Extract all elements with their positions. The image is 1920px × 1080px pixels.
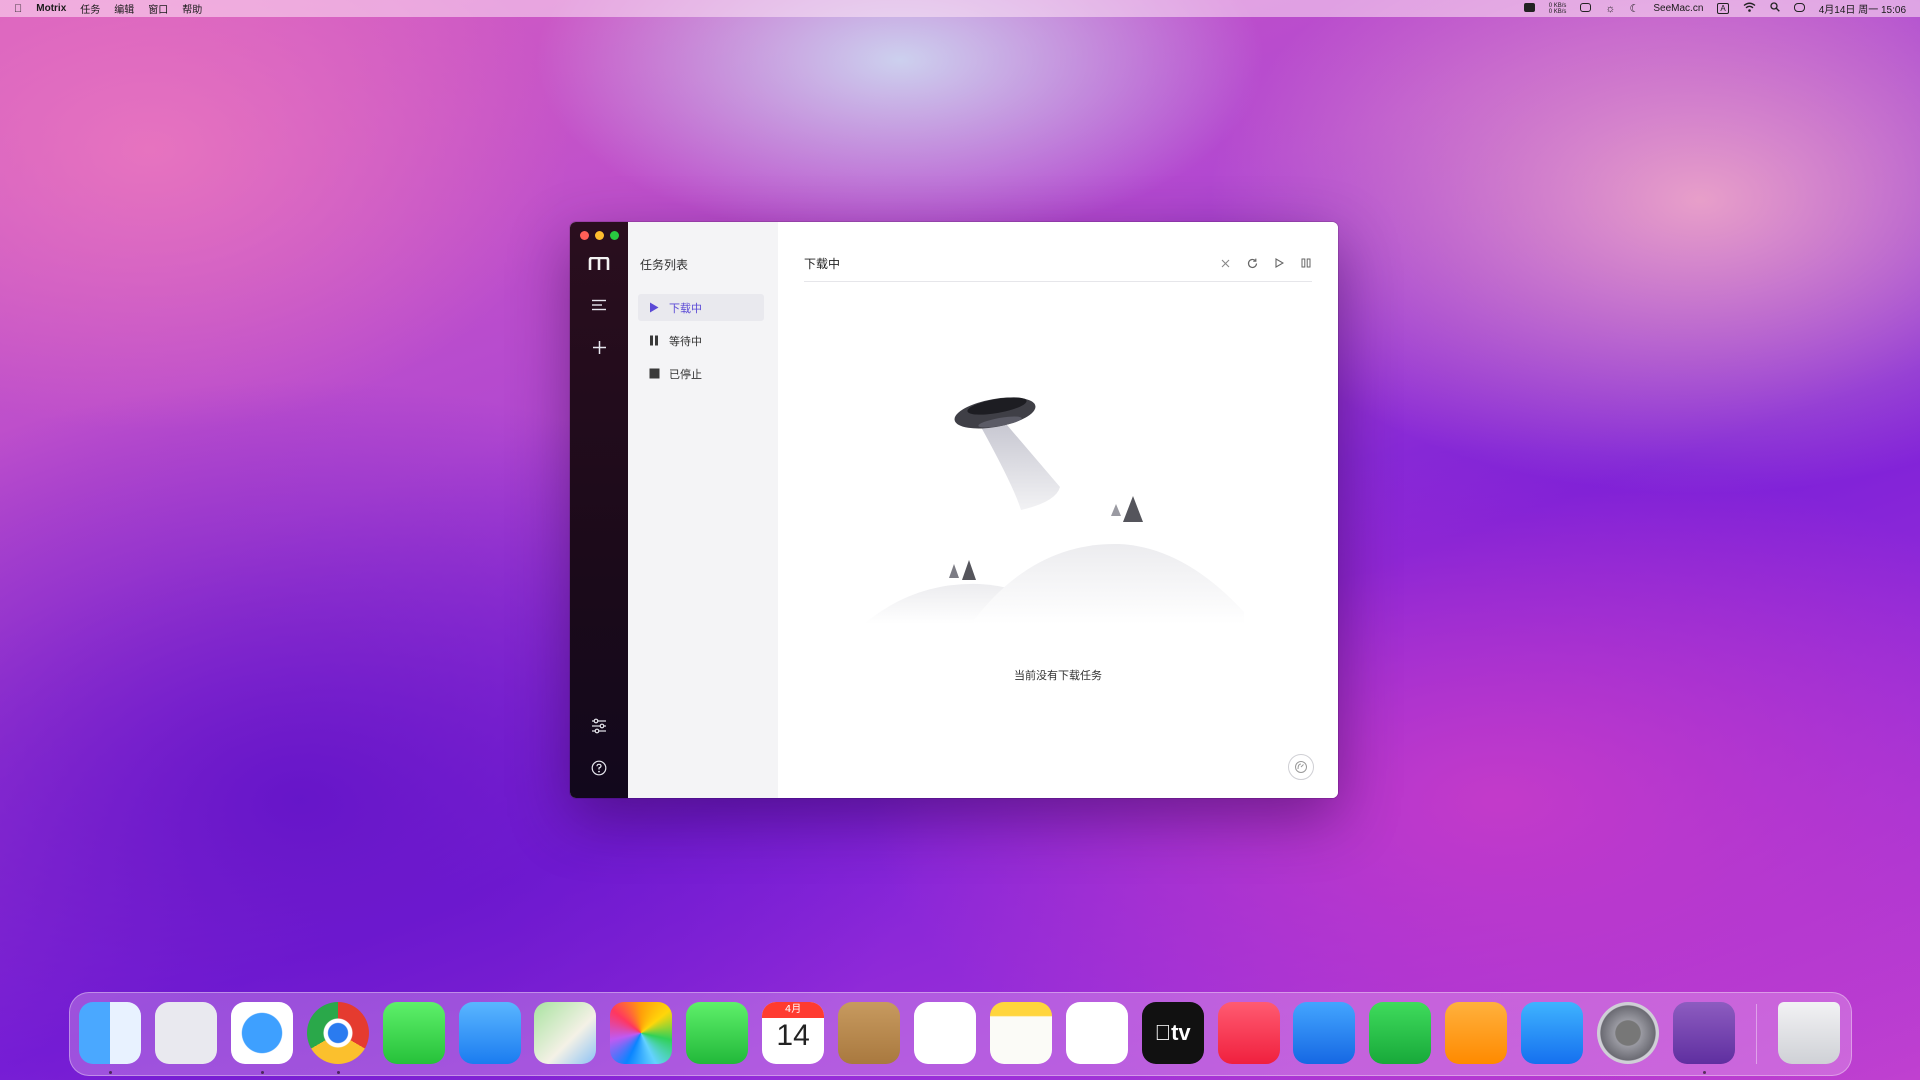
minimize-window-button[interactable] — [595, 231, 604, 240]
tv-label: tv — [1155, 1020, 1191, 1045]
menu-window[interactable]: 窗口 — [148, 1, 168, 16]
dock-app-launchpad[interactable] — [154, 1002, 217, 1064]
preferences-button[interactable] — [570, 711, 628, 741]
task-sidebar: 任务列表 下载中 等待中 已停止 — [628, 222, 778, 798]
dock-app-trash[interactable] — [1778, 1002, 1840, 1064]
running-indicator — [336, 1071, 340, 1074]
datetime[interactable]: 4月14日 周一 15:06 — [1819, 1, 1906, 16]
dock-app-numbers[interactable] — [1369, 1002, 1432, 1064]
close-window-button[interactable] — [580, 231, 589, 240]
menu-task[interactable]: 任务 — [80, 1, 100, 16]
menu-bar:  Motrix 任务 编辑 窗口 帮助 0 KB/s 0 KB/s ☼ ☾ S… — [0, 0, 1920, 17]
wifi-icon[interactable] — [1743, 2, 1756, 15]
sidebar-item-downloading[interactable]: 下载中 — [638, 294, 764, 321]
control-center-icon[interactable] — [1793, 2, 1805, 15]
download-speed: 0 KB/s — [1548, 8, 1567, 15]
input-method-icon[interactable]: A — [1717, 3, 1729, 14]
running-indicator — [1702, 1071, 1706, 1074]
page-title: 下载中 — [804, 257, 841, 271]
ufo-illustration — [864, 392, 1244, 666]
empty-message: 当前没有下载任务 — [1014, 669, 1102, 682]
zoom-window-button[interactable] — [610, 231, 619, 240]
dock-app-pages[interactable] — [1445, 1002, 1508, 1064]
dock-app-messages[interactable] — [382, 1002, 445, 1064]
dock-app-facetime[interactable] — [686, 1002, 749, 1064]
sidebar-item-label: 等待中 — [669, 334, 702, 348]
dock-app-safari[interactable] — [230, 1002, 293, 1064]
left-rail — [570, 222, 628, 798]
dock-app-mail[interactable] — [458, 1002, 521, 1064]
motrix-window: 任务列表 下载中 等待中 已停止 下载中 当前没有下载任务 — [570, 222, 1338, 798]
app-menu[interactable]: Motrix — [36, 3, 66, 14]
network-speed[interactable]: 0 KB/s 0 KB/s — [1549, 3, 1567, 15]
task-list-button[interactable] — [570, 290, 628, 320]
dock-app-contacts[interactable] — [838, 1002, 900, 1064]
window-controls — [580, 231, 625, 240]
dock-app-system-settings[interactable] — [1597, 1002, 1659, 1064]
dock-app-photos[interactable] — [610, 1002, 673, 1064]
apple-menu-icon[interactable]:  — [14, 3, 22, 15]
main-panel: 下载中 当前没有下载任务 — [778, 222, 1338, 798]
add-task-button[interactable] — [570, 332, 628, 362]
dark-mode-icon[interactable]: ☾ — [1629, 2, 1639, 15]
delete-task-icon[interactable] — [1217, 255, 1233, 271]
menu-help[interactable]: 帮助 — [182, 1, 202, 16]
dock-app-app-store[interactable] — [1521, 1002, 1584, 1064]
calendar-day: 14 — [776, 1019, 810, 1052]
sidebar-item-label: 已停止 — [669, 367, 702, 381]
refresh-icon[interactable] — [1244, 255, 1260, 271]
clipboard-icon[interactable] — [1580, 2, 1592, 15]
sidebar-item-waiting[interactable]: 等待中 — [638, 327, 764, 354]
task-toolbar — [1206, 255, 1314, 271]
dock-app-music[interactable] — [1217, 1002, 1280, 1064]
sidebar-title: 任务列表 — [640, 258, 689, 272]
pause-icon — [647, 335, 661, 346]
stop-icon — [647, 368, 661, 379]
speedometer-icon[interactable] — [1288, 754, 1314, 780]
sidebar-item-label: 下载中 — [669, 301, 702, 315]
dock-app-reminders[interactable] — [913, 1002, 976, 1064]
dock-app-keynote[interactable] — [1293, 1002, 1356, 1064]
site-label[interactable]: SeeMac.cn — [1653, 3, 1703, 14]
play-icon — [647, 302, 661, 313]
running-indicator — [260, 1071, 264, 1074]
spotlight-search-icon[interactable] — [1770, 2, 1780, 15]
dock-app-maps[interactable] — [534, 1002, 597, 1064]
dock-app-tv[interactable]: tv — [1141, 1002, 1204, 1064]
dock-app-freeform[interactable] — [1065, 1002, 1128, 1064]
sidebar-item-stopped[interactable]: 已停止 — [638, 360, 764, 387]
motrix-logo — [570, 249, 628, 279]
dock-app-calendar[interactable]: 4月 14 — [762, 1002, 825, 1064]
upload-speed: 0 KB/s — [1548, 2, 1567, 9]
dock-app-chrome[interactable] — [306, 1002, 369, 1064]
pause-all-icon[interactable] — [1298, 255, 1314, 271]
menu-edit[interactable]: 编辑 — [114, 1, 134, 16]
title-divider — [804, 281, 1312, 282]
help-button[interactable] — [570, 753, 628, 783]
calendar-month: 4月 — [762, 1002, 825, 1018]
dock-separator — [1756, 1004, 1757, 1064]
status-display-icon[interactable] — [1523, 2, 1535, 15]
running-indicator — [109, 1071, 112, 1074]
dock-app-motrix[interactable] — [1672, 1002, 1735, 1064]
resume-all-icon[interactable] — [1271, 255, 1287, 271]
dock-app-finder[interactable] — [79, 1002, 141, 1064]
brightness-icon[interactable]: ☼ — [1605, 3, 1615, 15]
dock-app-notes[interactable] — [989, 1002, 1052, 1064]
